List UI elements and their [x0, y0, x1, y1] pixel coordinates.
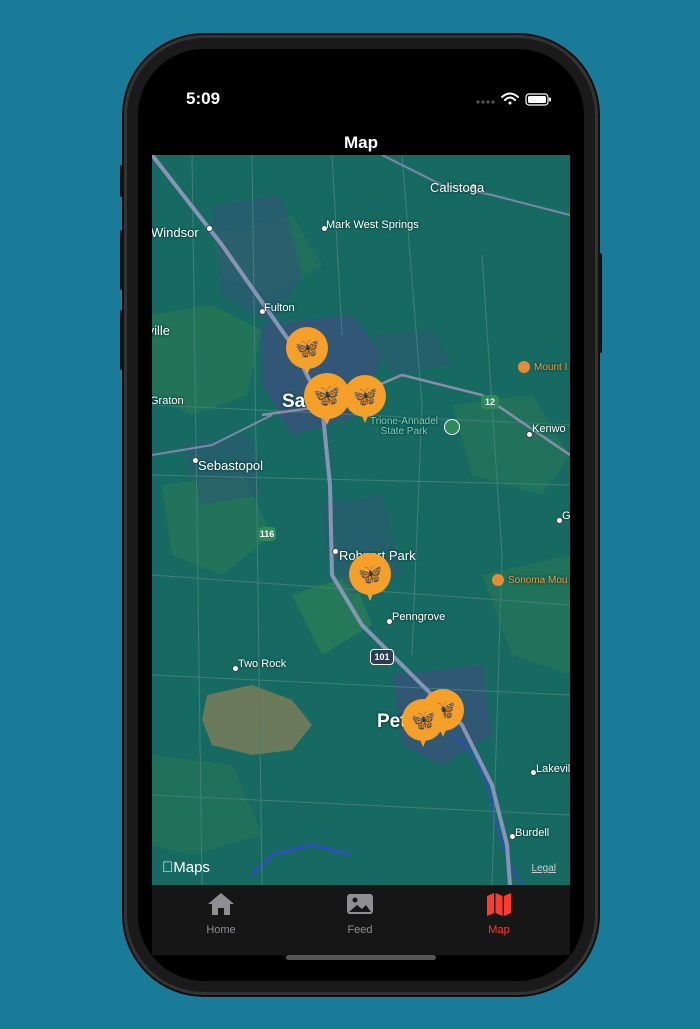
- butterfly-icon: 🦋: [294, 337, 320, 360]
- butterfly-pin[interactable]: 🦋: [286, 327, 328, 377]
- tab-home[interactable]: Home: [181, 891, 261, 936]
- tab-home-label: Home: [206, 924, 236, 936]
- butterfly-icon: 🦋: [357, 563, 383, 586]
- photo-icon: [347, 894, 373, 914]
- map-view[interactable]: Windsor Calistoga Mark West Springs Fult…: [152, 155, 570, 885]
- tab-bar: Home Feed Map: [152, 885, 570, 955]
- tab-map-label: Map: [488, 924, 510, 936]
- place-windsor: Windsor: [152, 225, 199, 240]
- map-icon: [487, 893, 511, 916]
- route-12-shield: 12: [481, 395, 499, 409]
- place-lakeville: Lakevil: [536, 763, 570, 775]
- butterfly-pin[interactable]: 🦋: [349, 553, 391, 603]
- house-icon: [208, 893, 234, 915]
- mountain-icon: [492, 574, 504, 586]
- map-base: [152, 155, 570, 885]
- volume-up-button: [120, 230, 124, 290]
- tab-map[interactable]: Map: [459, 891, 539, 936]
- map-dot: [206, 225, 213, 232]
- butterfly-pin[interactable]: 🦋: [344, 375, 386, 425]
- tab-feed[interactable]: Feed: [320, 891, 400, 936]
- place-calistoga: Calistoga: [430, 180, 485, 195]
- volume-down-button: [120, 310, 124, 370]
- place-kenwood: Kenwo: [532, 423, 566, 435]
- status-icons: [474, 91, 554, 112]
- place-mark-west-springs: Mark West Springs: [326, 219, 419, 231]
- wifi-icon: [501, 92, 519, 105]
- butterfly-pin[interactable]: 🦋: [304, 373, 350, 425]
- place-ville: tville: [152, 323, 171, 338]
- place-burdell: Burdell: [515, 827, 550, 839]
- route-116-shield: 116: [258, 527, 276, 541]
- route-101-shield: 101: [370, 649, 394, 665]
- apple-logo-icon: : [162, 859, 173, 876]
- place-graton: Graton: [152, 395, 184, 407]
- butterfly-icon: 🦋: [410, 709, 436, 732]
- tab-feed-label: Feed: [347, 924, 373, 936]
- signal-icon: [476, 100, 495, 104]
- screen: 5:09 Map Windsor Calistoga Mark West Spr…: [138, 49, 584, 981]
- poi-mount: Mount I: [534, 362, 568, 373]
- tree-icon: [444, 419, 460, 435]
- phone-frame: 5:09 Map Windsor Calistoga Mark West Spr…: [120, 35, 602, 995]
- home-indicator[interactable]: [286, 955, 436, 960]
- status-time: 5:09: [186, 89, 221, 108]
- legal-link[interactable]: Legal: [532, 863, 556, 874]
- place-sebastopol: Sebastopol: [198, 458, 264, 473]
- place-santa-rosa: Sa: [282, 391, 306, 412]
- place-fulton: Fulton: [264, 302, 295, 314]
- poi-sonoma-mountain: Sonoma Mou: [508, 575, 568, 586]
- mute-switch: [120, 165, 124, 197]
- place-two-rock: Two Rock: [238, 658, 287, 670]
- butterfly-icon: 🦋: [313, 383, 341, 408]
- butterfly-icon: 🦋: [352, 385, 378, 408]
- maps-attribution[interactable]: Maps: [162, 859, 210, 876]
- mountain-icon: [518, 361, 530, 373]
- place-g: G: [562, 510, 570, 522]
- battery-icon: [525, 93, 551, 106]
- power-button: [598, 253, 602, 353]
- place-penngrove: Penngrove: [392, 611, 446, 623]
- map-dot: [332, 548, 339, 555]
- page-title: Map: [344, 133, 378, 152]
- butterfly-pin[interactable]: 🦋: [402, 699, 444, 749]
